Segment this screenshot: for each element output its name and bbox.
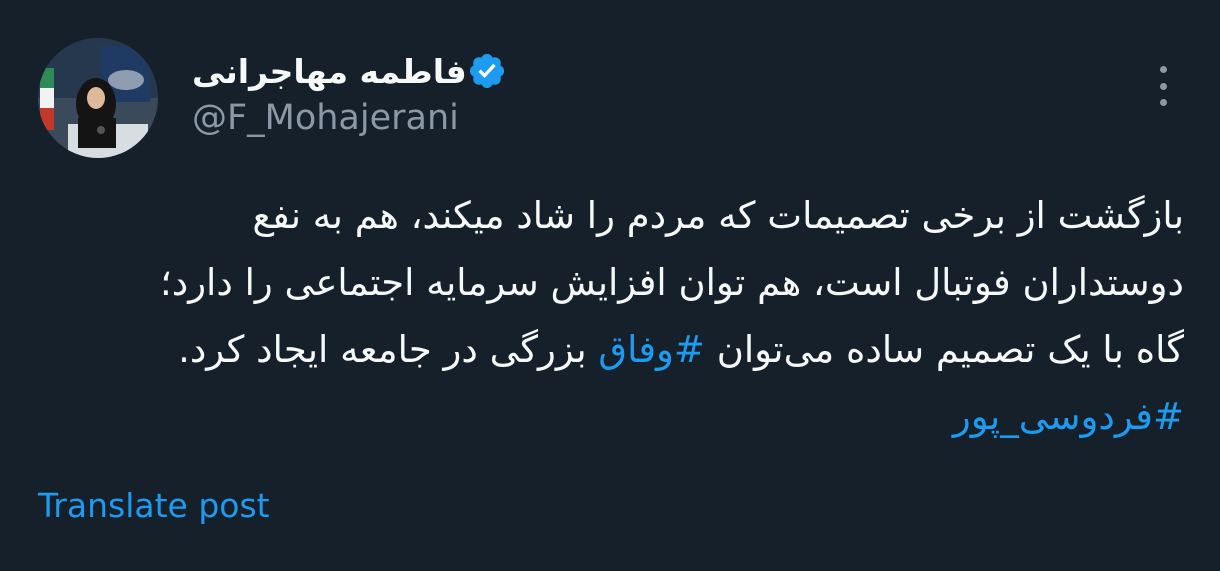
- hashtag-link[interactable]: #وفاق: [598, 328, 705, 371]
- more-dot-icon: [1159, 66, 1167, 73]
- translate-post-link[interactable]: Translate post: [38, 486, 270, 525]
- post-text-line: دوستداران فوتبال است، هم توان افزایش سرم…: [159, 261, 1184, 304]
- more-dot-icon: [1159, 82, 1167, 90]
- post-text-line: گاه با یک تصمیم ساده می‌توان #وفاق بزرگی…: [38, 316, 1184, 383]
- post-text-line: بازگشت از برخی تصمیمات که مردم را شاد می…: [252, 194, 1184, 237]
- author-name-row[interactable]: فاطمه مهاجرانی: [192, 48, 515, 94]
- post-text-segment: بزرگی در جامعه ایجاد کرد.: [178, 328, 599, 371]
- author-handle[interactable]: @F_Mohajerani: [192, 98, 459, 138]
- hashtag-link[interactable]: #فردوسی_پور: [953, 395, 1184, 438]
- author-display-name[interactable]: فاطمه مهاجرانی: [192, 52, 467, 91]
- post-text: بازگشت از برخی تصمیمات که مردم را شاد می…: [38, 182, 1184, 450]
- verified-badge-icon: [467, 51, 507, 91]
- more-options-button[interactable]: [1143, 62, 1183, 110]
- more-dot-icon: [1159, 99, 1167, 106]
- post-card: فاطمه مهاجرانی @F_Mohajerani بازگشت از ب…: [0, 0, 1220, 571]
- author-block: فاطمه مهاجرانی @F_Mohajerani: [192, 48, 892, 148]
- post-text-line: #فردوسی_پور: [38, 383, 1184, 450]
- avatar[interactable]: [38, 38, 158, 158]
- post-text-segment: گاه با یک تصمیم ساده می‌توان: [704, 328, 1184, 371]
